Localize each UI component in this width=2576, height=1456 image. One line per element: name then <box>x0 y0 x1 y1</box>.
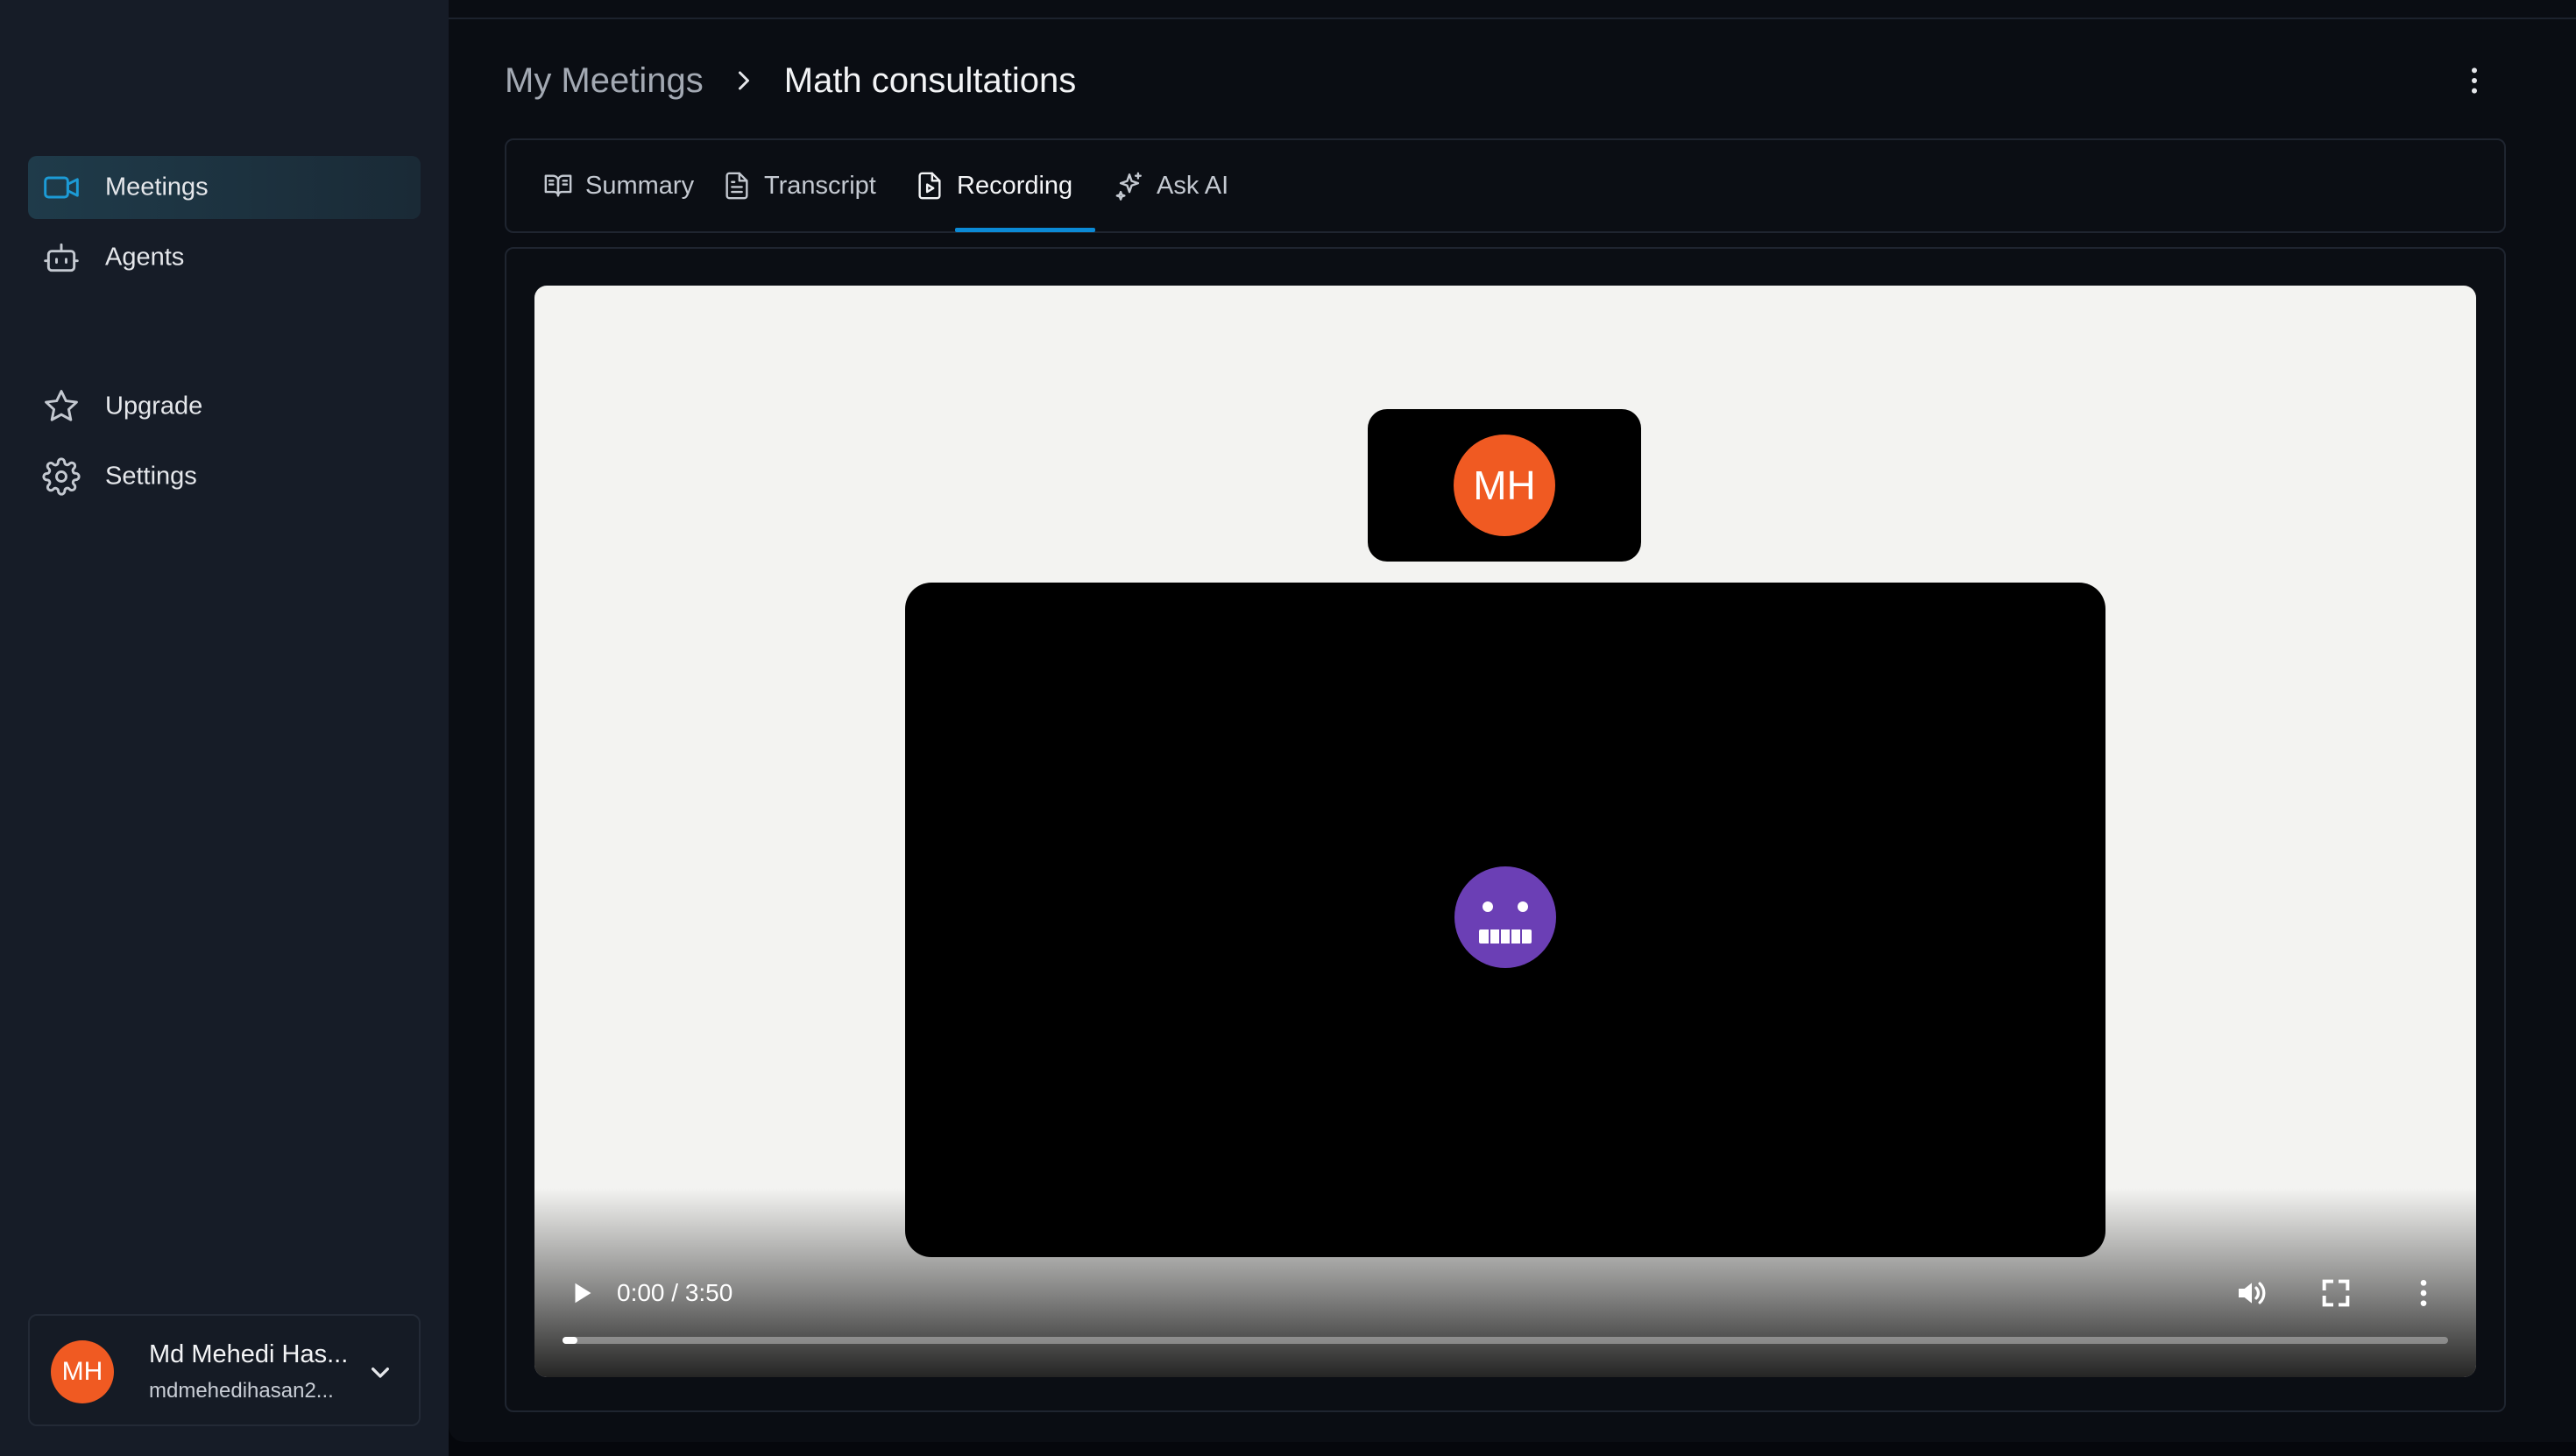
divider <box>449 18 2576 19</box>
avatar: MH <box>1454 435 1555 536</box>
tab-recording[interactable]: Recording <box>915 140 1072 231</box>
chevron-down-icon <box>372 1368 389 1378</box>
user-email: mdmehedihasan2... <box>149 1379 334 1403</box>
sidebar-item-meetings[interactable]: Meetings <box>28 156 421 219</box>
controls-overlay <box>534 1188 2476 1377</box>
sidebar-item-label: Agents <box>105 243 185 272</box>
file-text-icon <box>725 172 748 200</box>
playback-time: 0:00 / 3:50 <box>617 1279 733 1306</box>
tab-bar: Summary Transcript Recording Ask AI <box>505 138 2506 233</box>
file-video-icon <box>918 172 941 200</box>
progress-fill <box>563 1337 578 1344</box>
active-tab-indicator <box>955 228 1095 232</box>
user-menu-button[interactable]: MH Md Mehedi Has... mdmehedihasan2... <box>28 1314 421 1426</box>
main-content: My Meetings Math consultations Summary T… <box>449 0 2576 1442</box>
sparkles-icon <box>1115 172 1142 201</box>
sidebar-item-label: Settings <box>105 462 197 491</box>
bot-icon <box>44 243 79 272</box>
bot-face-icon <box>1454 866 1556 968</box>
breadcrumb: My Meetings Math consultations <box>505 56 1076 105</box>
tab-label: Ask AI <box>1157 171 1229 200</box>
user-name: Md Mehedi Has... <box>149 1340 349 1368</box>
tab-summary[interactable]: Summary <box>543 140 694 231</box>
gear-icon <box>42 457 81 496</box>
sidebar: Meetings Agents Upgrade Settings MH Md M… <box>0 0 449 1456</box>
star-icon <box>45 390 78 421</box>
breadcrumb-my-meetings[interactable]: My Meetings <box>505 61 704 101</box>
tab-label: Recording <box>957 171 1073 200</box>
sidebar-item-settings[interactable]: Settings <box>28 445 421 508</box>
video-player[interactable]: MH 0:00 / 3:50 <box>534 286 2476 1377</box>
chevron-right-icon <box>738 71 749 90</box>
tab-ask-ai[interactable]: Ask AI <box>1115 140 1228 231</box>
volume-icon[interactable] <box>2234 1276 2269 1311</box>
tab-label: Summary <box>585 171 695 200</box>
avatar: MH <box>51 1340 114 1403</box>
sidebar-item-label: Upgrade <box>105 392 203 421</box>
sidebar-item-agents[interactable]: Agents <box>28 226 421 289</box>
sidebar-item-label: Meetings <box>105 173 209 201</box>
agent-tile <box>905 583 2105 1257</box>
fullscreen-icon[interactable] <box>2318 1276 2353 1311</box>
video-camera-icon <box>44 176 79 199</box>
book-open-icon <box>544 174 572 197</box>
vertical-dots-icon[interactable] <box>2457 63 2492 98</box>
sidebar-item-upgrade[interactable]: Upgrade <box>28 375 421 438</box>
participant-tile: MH <box>1368 409 1641 562</box>
more-options-icon[interactable] <box>2406 1276 2441 1311</box>
progress-bar[interactable] <box>563 1337 2448 1344</box>
tab-label: Transcript <box>764 171 876 200</box>
play-icon[interactable] <box>566 1277 598 1309</box>
tab-transcript[interactable]: Transcript <box>722 140 876 231</box>
recording-panel: MH 0:00 / 3:50 <box>505 247 2506 1412</box>
page-title: Math consultations <box>783 60 1077 100</box>
